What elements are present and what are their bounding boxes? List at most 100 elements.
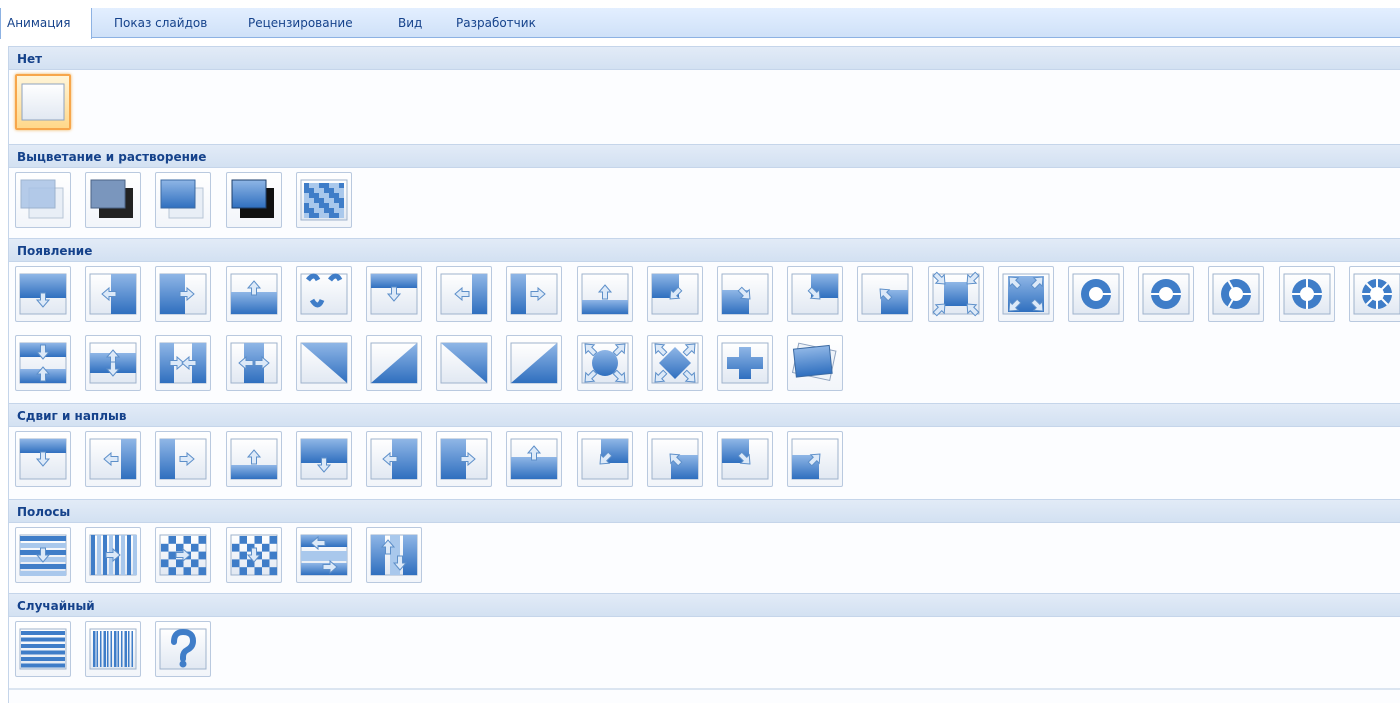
newsflash-icon[interactable] (787, 335, 844, 391)
diamond-icon-graphic (651, 342, 699, 384)
blinds-vertical-icon-graphic (89, 534, 138, 576)
section-push-row (9, 429, 1400, 491)
push-up-icon[interactable] (225, 431, 282, 487)
cut-icon[interactable] (155, 172, 212, 228)
wheel-3-icon[interactable] (1208, 266, 1265, 322)
wheel-4-icon[interactable] (1278, 266, 1335, 322)
random-transition-icon-graphic (159, 628, 207, 670)
tab-review[interactable]: Рецензирование (242, 8, 359, 38)
dissolve-icon[interactable] (295, 172, 352, 228)
uncover-up-icon[interactable] (576, 266, 633, 322)
cover-right-up-icon[interactable] (787, 431, 844, 487)
tab-developer[interactable]: Разработчик (450, 8, 542, 38)
strips-right-up-icon[interactable] (506, 335, 563, 391)
transition-none-icon[interactable] (15, 74, 71, 130)
uncover-down-icon[interactable] (366, 266, 422, 322)
plus-icon[interactable] (717, 335, 773, 391)
uncover-right-down-icon[interactable] (787, 266, 844, 322)
random-bars-vertical-icon[interactable] (85, 621, 142, 677)
uncover-up-icon-graphic (581, 273, 629, 315)
uncover-left-up-icon[interactable] (717, 266, 773, 322)
wheel-4-icon-graphic (1283, 273, 1331, 315)
split-vertical-out-icon[interactable] (225, 335, 282, 391)
fade-smoothly-icon[interactable] (15, 172, 71, 228)
uncover-left-icon[interactable] (436, 266, 493, 322)
wipe-right-icon-graphic (159, 273, 207, 315)
cover-right-down-icon-graphic (721, 438, 769, 480)
blinds-horizontal-icon-graphic (19, 534, 67, 576)
wipe-left-icon[interactable] (85, 266, 142, 322)
comb-vertical-icon[interactable] (366, 527, 422, 583)
uncover-left-down-icon-graphic (651, 273, 699, 315)
push-down-icon-graphic (19, 438, 67, 480)
split-horizontal-in-icon[interactable] (15, 335, 71, 391)
blinds-horizontal-icon[interactable] (15, 527, 71, 583)
newsflash-icon-graphic (792, 342, 837, 382)
box-in-icon[interactable] (927, 266, 984, 322)
checkerboard-down-icon[interactable] (225, 527, 282, 583)
cover-down-icon-graphic (300, 438, 348, 480)
fade-through-black-icon[interactable] (85, 172, 142, 228)
cover-up-icon[interactable] (506, 431, 563, 487)
cover-left-down-icon[interactable] (576, 431, 633, 487)
cover-right-icon-graphic (440, 438, 488, 480)
strips-left-down-icon[interactable] (295, 335, 352, 391)
uncover-left-icon-graphic (440, 273, 488, 315)
uncover-right-icon-graphic (510, 273, 558, 315)
uncover-left-down-icon[interactable] (646, 266, 703, 322)
blinds-vertical-icon[interactable] (85, 527, 142, 583)
wipe-up-icon[interactable] (225, 266, 282, 322)
checkerboard-across-icon[interactable] (155, 527, 212, 583)
strips-left-up-icon[interactable] (366, 335, 422, 391)
wheel-8-icon[interactable] (1348, 266, 1400, 322)
section-header-none: Нет (9, 46, 1400, 70)
uncover-right-down-icon-graphic (791, 273, 839, 315)
cover-right-down-icon[interactable] (717, 431, 773, 487)
section-wipe-row-1 (9, 264, 1400, 326)
box-out-icon[interactable] (997, 266, 1054, 322)
split-vertical-in-icon[interactable] (155, 335, 212, 391)
wheel-8-icon-graphic (1353, 273, 1400, 315)
wheel-3-icon-graphic (1212, 273, 1260, 315)
diamond-icon[interactable] (646, 335, 703, 391)
gallery-bottom-divider (9, 688, 1400, 690)
random-transition-icon[interactable] (155, 621, 212, 677)
push-left-icon-graphic (89, 438, 137, 480)
random-bars-horizontal-icon[interactable] (15, 621, 71, 677)
cover-left-up-icon[interactable] (646, 431, 703, 487)
push-down-icon[interactable] (15, 431, 71, 487)
strips-right-down-icon[interactable] (436, 335, 493, 391)
section-header-fade: Выцветание и растворение (9, 144, 1400, 168)
uncover-left-up-icon-graphic (721, 273, 769, 315)
wipe-down-icon[interactable] (15, 266, 71, 322)
split-vertical-in-icon-graphic (159, 342, 207, 384)
uncover-right-up-icon-graphic (861, 273, 909, 315)
split-vertical-out-icon-graphic (230, 342, 278, 384)
wipe-right-icon[interactable] (155, 266, 212, 322)
tab-view[interactable]: Вид (392, 8, 428, 38)
uncover-right-icon[interactable] (506, 266, 563, 322)
split-icon[interactable] (295, 266, 352, 322)
cover-down-icon[interactable] (295, 431, 352, 487)
push-left-icon[interactable] (85, 431, 142, 487)
section-header-random: Случайный (9, 593, 1400, 617)
box-in-icon-graphic (932, 271, 980, 317)
split-horizontal-out-icon[interactable] (85, 335, 142, 391)
cover-left-icon[interactable] (366, 431, 422, 487)
cut-through-black-icon[interactable] (225, 172, 282, 228)
strips-left-up-icon-graphic (370, 342, 418, 384)
wheel-1-icon-graphic (1072, 273, 1120, 315)
uncover-right-up-icon[interactable] (857, 266, 914, 322)
tab-animation[interactable]: Анимация (0, 8, 92, 39)
tab-slide-show[interactable]: Показ слайдов (108, 8, 213, 38)
section-random-row (9, 619, 1400, 681)
wheel-2-icon[interactable] (1138, 266, 1195, 322)
strips-right-up-icon-graphic (510, 342, 558, 384)
circle-icon[interactable] (576, 335, 633, 391)
split-horizontal-out-icon-graphic (89, 342, 137, 384)
cover-right-icon[interactable] (436, 431, 493, 487)
push-right-icon[interactable] (155, 431, 212, 487)
comb-horizontal-icon[interactable] (295, 527, 352, 583)
wheel-1-icon[interactable] (1068, 266, 1124, 322)
strips-left-down-icon-graphic (300, 342, 348, 384)
